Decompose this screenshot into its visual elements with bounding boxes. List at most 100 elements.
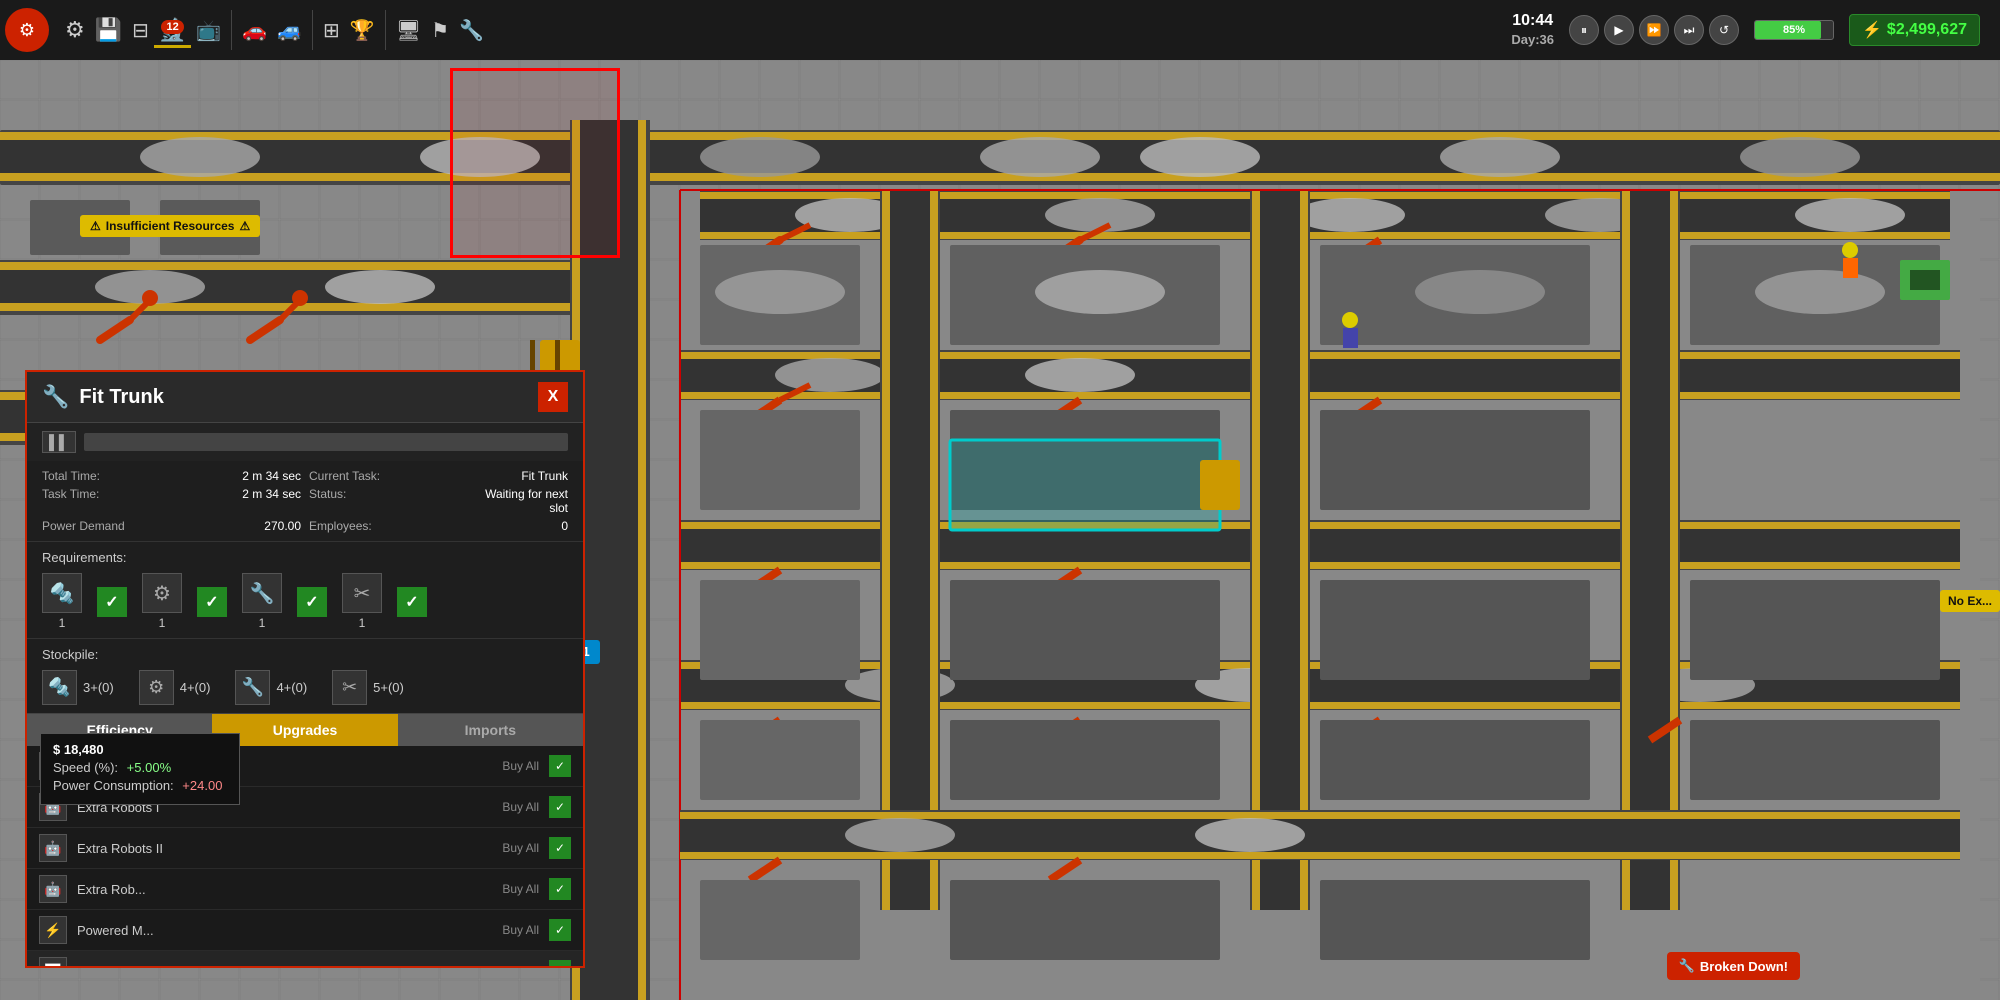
trophy-icon: 🏆 bbox=[350, 18, 375, 43]
toolbar-layers[interactable]: ⊟ bbox=[127, 13, 154, 48]
toolbar-tv[interactable]: 📺 bbox=[191, 13, 226, 48]
requirement-1: 🔩 1 bbox=[42, 573, 82, 630]
requirements-section: Requirements: 🔩 1 ✓ ⚙ 1 ✓ 🔧 1 ✓ ✂ bbox=[27, 541, 583, 638]
upgrade-check-2: ✓ bbox=[549, 796, 571, 818]
toolbar-flag[interactable]: ⚑ bbox=[426, 13, 454, 48]
stockpile-count-2: 4+(0) bbox=[180, 680, 211, 695]
req-count-3: 1 bbox=[259, 616, 266, 630]
req-count-1: 1 bbox=[59, 616, 66, 630]
req-check-1: ✓ bbox=[97, 587, 127, 617]
day-value: Day:36 bbox=[1511, 32, 1554, 49]
employees-label: Employees: bbox=[309, 519, 459, 533]
buy-all-btn-4[interactable]: Buy All bbox=[502, 882, 539, 896]
buy-all-btn-5[interactable]: Buy All bbox=[502, 923, 539, 937]
active-underline bbox=[154, 45, 191, 48]
warning-text: Insufficient Resources bbox=[106, 219, 235, 233]
toolbar-monitor[interactable]: 🖥 bbox=[391, 13, 426, 48]
toolbar-trophy[interactable]: 🏆 bbox=[345, 13, 380, 48]
no-ex-label: No Ex... bbox=[1940, 590, 2000, 612]
skip-btn[interactable]: ⏭ bbox=[1674, 15, 1704, 45]
buy-all-btn-1[interactable]: Buy All bbox=[502, 759, 539, 773]
panel-stats: Total Time: 2 m 34 sec Current Task: Fit… bbox=[27, 461, 583, 541]
upgrade-name-6: Predictive bbox=[77, 964, 492, 967]
upgrade-item-predictive[interactable]: 📊 Predictive Buy All ✓ bbox=[27, 951, 583, 966]
stockpile-item-4: ✂ 5+(0) bbox=[332, 670, 404, 705]
req-check-2: ✓ bbox=[197, 587, 227, 617]
stockpile-icon-4: ✂ bbox=[332, 670, 367, 705]
panel-title-text: Fit Trunk bbox=[79, 386, 163, 409]
car-icon: 🚙 bbox=[277, 18, 302, 43]
battery-display: 85% bbox=[1754, 20, 1834, 40]
power-demand-label: Power Demand bbox=[42, 519, 192, 533]
req-icon-1: 🔩 bbox=[42, 573, 82, 613]
broken-down-button[interactable]: 🔧 Broken Down! bbox=[1667, 952, 1800, 980]
toolbar-grid[interactable]: ⊞ bbox=[318, 13, 345, 48]
upgrade-item-extra-robots-2[interactable]: 🤖 Extra Robots II Buy All ✓ bbox=[27, 828, 583, 869]
toolbar-settings[interactable]: ⚙ bbox=[60, 12, 90, 48]
panel-tabs: Efficiency Upgrades Imports bbox=[27, 713, 583, 746]
separator-1 bbox=[231, 10, 232, 50]
tv-icon: 📺 bbox=[196, 18, 221, 43]
fit-trunk-panel: 🔧 Fit Trunk X ▌▌ Total Time: 2 m 34 sec … bbox=[25, 370, 585, 968]
stockpile-item-3: 🔧 4+(0) bbox=[235, 670, 307, 705]
insufficient-resources-label: ⚠ Insufficient Resources ⚠ bbox=[80, 215, 260, 237]
toolbar-tools[interactable]: 🔧 bbox=[454, 13, 489, 48]
play-btn[interactable]: ▶ bbox=[1604, 15, 1634, 45]
tab-imports-label: Imports bbox=[465, 722, 516, 738]
panel-close-button[interactable]: X bbox=[538, 382, 568, 412]
stockpile-count-4: 5+(0) bbox=[373, 680, 404, 695]
panel-pause-button[interactable]: ▌▌ bbox=[42, 431, 76, 453]
buy-all-btn-6[interactable]: Buy All bbox=[502, 964, 539, 966]
current-task-label: Current Task: bbox=[309, 469, 459, 483]
fast-forward-btn[interactable]: ⏩ bbox=[1639, 15, 1669, 45]
req-count-4: 1 bbox=[359, 616, 366, 630]
wrench-icon: 🔧 bbox=[1679, 958, 1695, 974]
flag-icon: ⚑ bbox=[431, 18, 449, 43]
separator-3 bbox=[385, 10, 386, 50]
loop-btn[interactable]: ↺ bbox=[1709, 15, 1739, 45]
stockpile-item-2: ⚙ 4+(0) bbox=[139, 670, 211, 705]
buy-all-btn-3[interactable]: Buy All bbox=[502, 841, 539, 855]
task-time-label: Task Time: bbox=[42, 487, 192, 515]
upgrade-item-powered[interactable]: ⚡ Powered M... Buy All ✓ bbox=[27, 910, 583, 951]
upgrade-icon-2: 🤖 bbox=[39, 793, 67, 821]
req-icon-4: ✂ bbox=[342, 573, 382, 613]
req-check-3: ✓ bbox=[297, 587, 327, 617]
toolbar-save[interactable]: 💾 bbox=[90, 12, 127, 48]
gear-icon: ⚙ bbox=[65, 17, 85, 43]
stockpile-item-1: 🔩 3+(0) bbox=[42, 670, 114, 705]
top-right-hud: 10:44 Day:36 ⏸ ▶ ⏩ ⏭ ↺ 85% ⚡ $2,499,627 bbox=[1511, 0, 2000, 60]
no-ex-text: No Ex... bbox=[1948, 594, 1992, 608]
upgrade-item-extra-robots-3[interactable]: 🤖 Extra Rob... Buy All ✓ bbox=[27, 869, 583, 910]
selected-station-highlight bbox=[450, 68, 620, 258]
upgrade-item-active-spoiler[interactable]: 🔺 Active Spoiler Buy All ✓ bbox=[27, 746, 583, 787]
upgrade-icon-5: ⚡ bbox=[39, 916, 67, 944]
tab-upgrades[interactable]: Upgrades bbox=[212, 714, 397, 746]
stockpile-row: 🔩 3+(0) ⚙ 4+(0) 🔧 4+(0) ✂ 5+(0) bbox=[42, 670, 568, 705]
warning-icon: ⚠ bbox=[90, 219, 101, 233]
current-task-value: Fit Trunk bbox=[467, 469, 568, 483]
time-value: 10:44 bbox=[1511, 11, 1554, 32]
upgrade-item-extra-robots-1[interactable]: 🤖 Extra Robots I Buy All ✓ bbox=[27, 787, 583, 828]
upgrade-icon-6: 📊 bbox=[39, 957, 67, 966]
req-count-2: 1 bbox=[159, 616, 166, 630]
logo-button[interactable]: ⚙ bbox=[5, 8, 49, 52]
toolbar-car[interactable]: 🚙 bbox=[272, 13, 307, 48]
stockpile-label: Stockpile: bbox=[42, 647, 568, 662]
panel-header: 🔧 Fit Trunk X bbox=[27, 372, 583, 423]
buy-all-btn-2[interactable]: Buy All bbox=[502, 800, 539, 814]
tab-imports[interactable]: Imports bbox=[398, 714, 583, 746]
time-display: 10:44 Day:36 bbox=[1511, 11, 1554, 49]
tools-icon: 🔧 bbox=[459, 18, 484, 43]
upgrade-check-5: ✓ bbox=[549, 919, 571, 941]
toolbar-research[interactable]: 🔬 12 bbox=[154, 12, 191, 48]
stockpile-section: Stockpile: 🔩 3+(0) ⚙ 4+(0) 🔧 4+(0) ✂ 5+(… bbox=[27, 638, 583, 713]
upgrade-icon-3: 🤖 bbox=[39, 834, 67, 862]
employees-value: 0 bbox=[467, 519, 568, 533]
tab-efficiency[interactable]: Efficiency bbox=[27, 714, 212, 746]
upgrade-name-2: Extra Robots I bbox=[77, 800, 492, 815]
separator-2 bbox=[312, 10, 313, 50]
toolbar-car-sales[interactable]: 🚗 bbox=[237, 13, 272, 48]
req-icon-3: 🔧 bbox=[242, 573, 282, 613]
pause-btn[interactable]: ⏸ bbox=[1569, 15, 1599, 45]
